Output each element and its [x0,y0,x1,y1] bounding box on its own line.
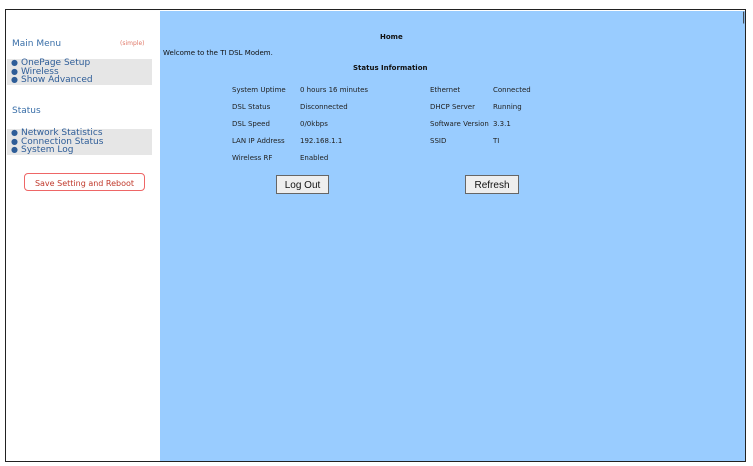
main-menu-title: Main Menu [12,39,62,49]
ethernet-value: Connected [493,86,531,94]
status-menu-title: Status [12,106,41,116]
status-menu-list: ● Network Statistics ● Connection Status ●… [7,128,152,155]
bullet-icon: ● [11,58,18,67]
main-content: Home Welcome to the TI DSL Modem. Status… [160,11,745,461]
wireless-rf-label: Wireless RF [232,154,273,162]
lan-ip-label: LAN IP Address [232,137,285,145]
main-menu-list: ● OnePage Setup ● Wireless ● Show Advanced [7,58,152,85]
dsl-speed-value: 0/0kbps [300,120,328,128]
lan-ip-value: 192.168.1.1 [300,137,343,145]
bullet-icon: ● [11,75,18,84]
ssid-value: TI [493,137,500,145]
software-version-label: Software Version [430,120,489,128]
scrollbar-edge[interactable]: ▕ [736,13,744,24]
dhcp-label: DHCP Server [430,103,475,111]
dsl-speed-label: DSL Speed [232,120,270,128]
modem-window: Main Menu (simple) ● OnePage Setup ● Wirel… [5,9,746,462]
page-title: Home [380,33,403,41]
logout-button[interactable]: Log Out [276,175,329,194]
dsl-status-value: Disconnected [300,103,348,111]
status-info-heading: Status Information [353,64,428,72]
welcome-text: Welcome to the TI DSL Modem. [163,49,273,57]
wireless-rf-value: Enabled [300,154,329,162]
ssid-label: SSID [430,137,447,145]
bullet-icon: ● [11,145,18,154]
uptime-value: 0 hours 16 minutes [300,86,369,94]
ethernet-label: Ethernet [430,86,461,94]
menu-item-system-log[interactable]: ● System Log [7,145,152,154]
simple-mode-link[interactable]: (simple) [120,40,145,47]
bullet-icon: ● [11,128,18,137]
refresh-button[interactable]: Refresh [465,175,519,194]
save-and-reboot-button[interactable]: Save Setting and Reboot [24,173,145,191]
dhcp-value: Running [493,103,522,111]
menu-item-show-advanced[interactable]: ● Show Advanced [7,75,152,84]
dsl-status-label: DSL Status [232,103,271,111]
sidebar: Main Menu (simple) ● OnePage Setup ● Wirel… [7,11,158,461]
software-version-value: 3.3.1 [493,120,511,128]
uptime-label: System Uptime [232,86,286,94]
